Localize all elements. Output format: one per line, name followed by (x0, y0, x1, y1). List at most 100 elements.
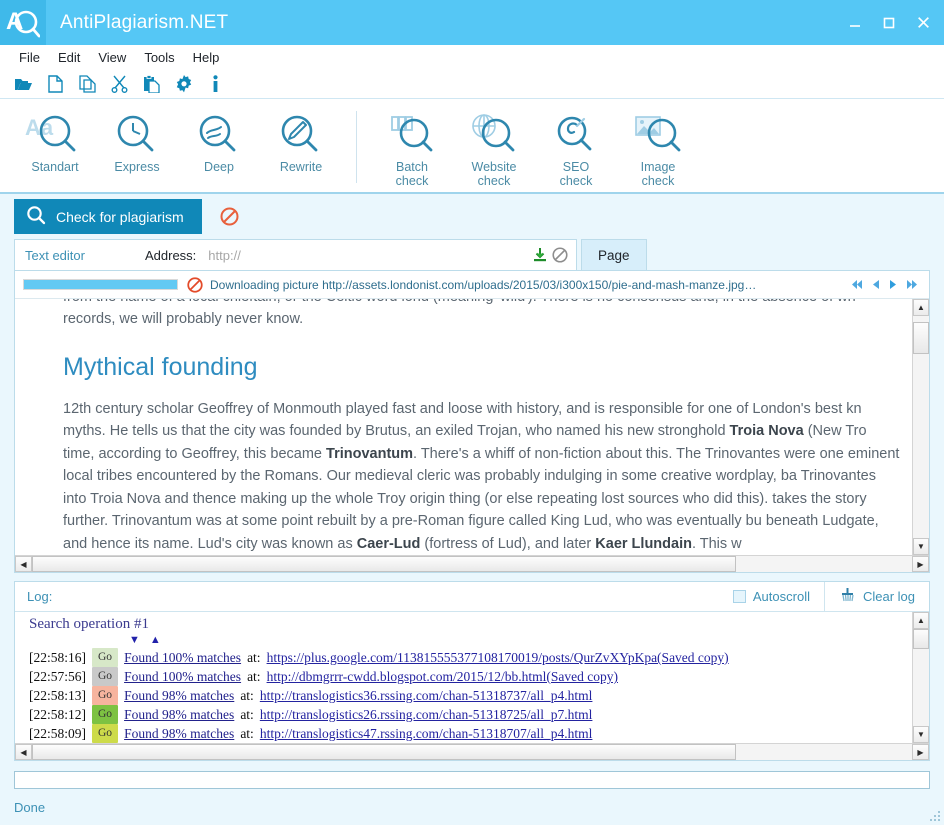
download-progress-bar (23, 279, 178, 290)
log-row-match-text[interactable]: Found 100% matches (124, 667, 241, 686)
page-vertical-scrollbar[interactable]: ▲ ▼ (912, 299, 929, 555)
status-area: Done (0, 761, 944, 825)
title-bar: A AntiPlagiarism.NET (0, 0, 944, 45)
log-vertical-scrollbar[interactable]: ▲ ▼ (912, 612, 929, 743)
log-row-url[interactable]: http://translogistics36.rssing.com/chan-… (260, 686, 593, 705)
menu-item-help[interactable]: Help (184, 47, 229, 68)
stop-forbidden-icon[interactable] (220, 207, 239, 226)
log-row: [22:58:16] Go Found 100% matches at: htt… (29, 648, 912, 667)
resize-grip[interactable] (928, 809, 942, 823)
page-heading: Mythical founding (63, 353, 900, 382)
paste-icon[interactable] (142, 75, 161, 94)
minimize-button[interactable] (842, 8, 868, 38)
page-hscroll-track[interactable] (32, 556, 912, 572)
page-horizontal-scrollbar[interactable]: ◀ ▶ (15, 555, 929, 572)
toolbar-express-button[interactable]: Express (96, 107, 178, 174)
log-scroll-thumb[interactable] (913, 629, 929, 649)
page-clipped-line: from the name of a local chieftain, or t… (63, 299, 900, 308)
log-row-match-text[interactable]: Found 98% matches (124, 705, 234, 724)
log-row-go-button[interactable]: Go (92, 667, 118, 686)
page-scroll-down-button[interactable]: ▼ (913, 538, 929, 555)
new-file-icon[interactable] (46, 75, 65, 94)
copy-icon[interactable] (78, 75, 97, 94)
maximize-button[interactable] (876, 8, 902, 38)
page-scroll-up-button[interactable]: ▲ (913, 299, 929, 316)
text-editor-tab[interactable]: Text editor (25, 248, 85, 263)
autoscroll-checkbox[interactable]: Autoscroll (733, 589, 824, 604)
log-scroll-right-button[interactable]: ▶ (912, 744, 929, 760)
nav-prev-button[interactable] (871, 278, 881, 291)
cut-icon[interactable] (110, 75, 129, 94)
nav-last-button[interactable] (905, 278, 919, 291)
menu-item-tools[interactable]: Tools (135, 47, 183, 68)
check-for-plagiarism-button[interactable]: Check for plagiarism (14, 199, 202, 234)
tab-page[interactable]: Page (581, 239, 647, 270)
nav-first-button[interactable] (850, 278, 864, 291)
log-row-match-text[interactable]: Found 98% matches (124, 724, 234, 743)
rewrite-check-icon (271, 109, 331, 157)
nav-next-button[interactable] (888, 278, 898, 291)
log-row: [22:58:09] Go Found 98% matches at: http… (29, 724, 912, 743)
toolbar-batch-check-label: Batchcheck (396, 160, 429, 188)
log-row-match-text[interactable]: Found 98% matches (124, 686, 234, 705)
page-scroll-track[interactable] (913, 316, 929, 538)
menu-item-view[interactable]: View (89, 47, 135, 68)
broom-icon (839, 587, 856, 606)
log-sort-arrows[interactable]: ▼▲ (129, 634, 912, 646)
page-scroll-thumb[interactable] (913, 322, 929, 354)
toolbar-batch-check-button[interactable]: Batchcheck (371, 107, 453, 188)
log-lines: Search operation #1 ▼▲ [22:58:16] Go Fou… (15, 612, 912, 743)
clear-log-button[interactable]: Clear log (824, 582, 929, 612)
express-check-icon (107, 109, 167, 157)
log-row-go-button[interactable]: Go (92, 648, 118, 667)
stop-red-icon[interactable] (187, 277, 203, 293)
log-row-go-button[interactable]: Go (92, 724, 118, 743)
menu-item-file[interactable]: File (10, 47, 49, 68)
log-header: Log: Autoscroll Clear log (15, 582, 929, 612)
toolbar-image-check-button[interactable]: Imagecheck (617, 107, 699, 188)
log-row-url[interactable]: http://translogistics47.rssing.com/chan-… (260, 724, 593, 743)
menu-item-edit[interactable]: Edit (49, 47, 89, 68)
sort-desc-icon[interactable]: ▼ (129, 634, 150, 646)
status-progress-bar (14, 771, 930, 789)
toolbar-deep-button[interactable]: Deep (178, 107, 260, 174)
log-row-url[interactable]: http://translogistics26.rssing.com/chan-… (260, 705, 593, 724)
autoscroll-checkbox-box[interactable] (733, 590, 746, 603)
log-row-match-text[interactable]: Found 100% matches (124, 648, 241, 667)
address-input[interactable] (206, 247, 530, 264)
settings-gear-icon[interactable] (174, 75, 193, 94)
small-toolbar (0, 70, 944, 99)
log-horizontal-scrollbar[interactable]: ◀ ▶ (15, 743, 929, 760)
open-folder-icon[interactable] (14, 75, 33, 94)
toolbar-website-check-button[interactable]: Websitecheck (453, 107, 535, 188)
log-scroll-track[interactable] (913, 629, 929, 726)
toolbar-seo-check-button[interactable]: SEOcheck (535, 107, 617, 188)
log-scroll-down-button[interactable]: ▼ (913, 726, 929, 743)
page-scroll-right-button[interactable]: ▶ (912, 556, 929, 572)
forbidden-gray-icon[interactable] (550, 245, 570, 265)
info-icon[interactable] (206, 75, 225, 94)
log-row-go-button[interactable]: Go (92, 705, 118, 724)
toolbar-standart-button[interactable]: Aa Standart (14, 107, 96, 174)
log-scroll-left-button[interactable]: ◀ (15, 744, 32, 760)
check-tools-group: Batchcheck Websitecheck (371, 107, 699, 188)
log-hscroll-thumb[interactable] (32, 744, 736, 760)
close-button[interactable] (910, 8, 936, 38)
toolbar-standart-label: Standart (31, 160, 78, 174)
search-icon (26, 205, 46, 228)
toolbar-express-label: Express (114, 160, 159, 174)
website-check-icon (464, 109, 524, 157)
page-hscroll-thumb[interactable] (32, 556, 736, 572)
toolbar-rewrite-button[interactable]: Rewrite (260, 107, 342, 174)
autoscroll-label: Autoscroll (753, 589, 810, 604)
page-scroll-left-button[interactable]: ◀ (15, 556, 32, 572)
log-hscroll-track[interactable] (32, 744, 912, 760)
download-green-icon[interactable] (530, 245, 550, 265)
log-scroll-up-button[interactable]: ▲ (913, 612, 929, 629)
log-row-url[interactable]: https://plus.google.com/1138155553771081… (267, 648, 729, 667)
log-row-url[interactable]: http://dbmgrrr-cwdd.blogspot.com/2015/12… (267, 667, 618, 686)
sort-asc-icon[interactable]: ▲ (150, 634, 171, 646)
log-row-at-label: at: (247, 667, 261, 686)
log-body: Search operation #1 ▼▲ [22:58:16] Go Fou… (15, 612, 929, 743)
log-row-go-button[interactable]: Go (92, 686, 118, 705)
